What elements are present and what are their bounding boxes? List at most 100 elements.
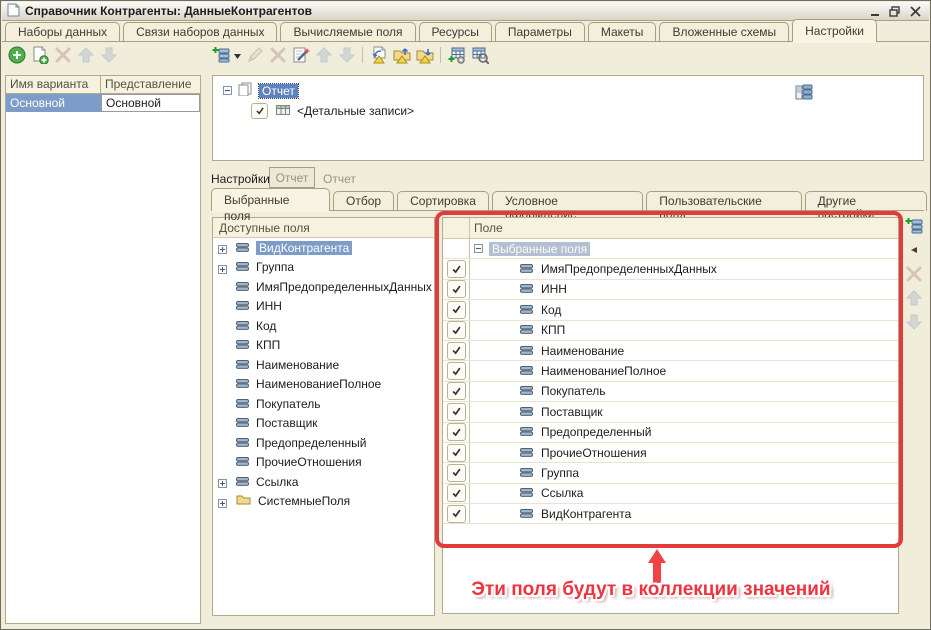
- selected-field-row[interactable]: ВидКонтрагента: [443, 504, 898, 524]
- report-root-node[interactable]: Отчет: [259, 84, 298, 98]
- selected-field-label[interactable]: Код: [541, 303, 561, 317]
- variant-settings-icon[interactable]: [447, 46, 466, 64]
- move-up-icon[interactable]: [76, 46, 95, 64]
- open-variant-icon[interactable]: [369, 46, 388, 64]
- available-field-label[interactable]: ИНН: [256, 299, 282, 313]
- move-field-down-icon[interactable]: [905, 313, 924, 331]
- expand-icon[interactable]: [218, 477, 227, 486]
- selected-fields-group-label[interactable]: Выбранные поля: [489, 242, 590, 256]
- available-field-label[interactable]: Код: [256, 319, 276, 333]
- tab-Настройки[interactable]: Настройки: [792, 19, 877, 42]
- field-checkbox[interactable]: [447, 342, 466, 360]
- settings-tab-Отбор[interactable]: Отбор: [333, 191, 394, 211]
- selected-field-label[interactable]: Группа: [541, 466, 579, 480]
- settings-tab-Выбранные поля[interactable]: Выбранные поля: [211, 188, 330, 211]
- delete-variant-icon[interactable]: [53, 46, 72, 64]
- variant-row[interactable]: ОсновнойОсновной: [6, 94, 200, 112]
- settings-tab-Пользовательские поля[interactable]: Пользовательские поля: [646, 191, 801, 211]
- field-checkbox[interactable]: [447, 260, 466, 278]
- selected-field-label[interactable]: Предопределенный: [541, 425, 652, 439]
- restore-button[interactable]: [885, 3, 905, 19]
- field-checkbox[interactable]: [447, 505, 466, 523]
- expand-icon[interactable]: [218, 263, 227, 272]
- edit-icon[interactable]: [245, 46, 264, 64]
- available-field-label[interactable]: ПрочиеОтношения: [256, 455, 362, 469]
- add-variant-icon[interactable]: [7, 46, 26, 64]
- selected-field-label[interactable]: ИмяПредопределенныхДанных: [541, 262, 717, 276]
- selected-field-row[interactable]: Наименование: [443, 341, 898, 361]
- variant-presentation-cell[interactable]: Основной: [101, 94, 200, 112]
- selected-field-label[interactable]: ПрочиеОтношения: [541, 446, 647, 460]
- selected-field-label[interactable]: Поставщик: [541, 405, 603, 419]
- variant-name-cell[interactable]: Основной: [6, 94, 101, 112]
- field-checkbox[interactable]: [447, 484, 466, 502]
- available-field-row[interactable]: Ссылка: [213, 472, 434, 492]
- available-field-row[interactable]: ИНН: [213, 297, 434, 317]
- selected-field-row[interactable]: ИмяПредопределенныхДанных: [443, 259, 898, 279]
- selected-field-row[interactable]: ИНН: [443, 280, 898, 300]
- tab-Параметры[interactable]: Параметры: [495, 22, 585, 42]
- field-checkbox[interactable]: [447, 444, 466, 462]
- close-button[interactable]: [905, 3, 925, 19]
- available-field-row[interactable]: Предопределенный: [213, 433, 434, 453]
- field-column-header[interactable]: Поле: [470, 218, 898, 238]
- minimize-button[interactable]: [865, 3, 885, 19]
- available-field-row[interactable]: ИмяПредопределенныхДанных: [213, 277, 434, 297]
- available-field-label[interactable]: Покупатель: [256, 397, 320, 411]
- selected-field-row[interactable]: Ссылка: [443, 484, 898, 504]
- available-field-label[interactable]: КПП: [256, 338, 280, 352]
- selected-field-label[interactable]: ВидКонтрагента: [541, 507, 631, 521]
- selected-field-label[interactable]: НаименованиеПолное: [541, 364, 666, 378]
- add-element-menu-arrow-icon[interactable]: [234, 48, 241, 62]
- settings-tab-Условное оформление[interactable]: Условное оформление: [492, 191, 643, 211]
- available-field-label[interactable]: Группа: [256, 260, 294, 274]
- available-field-row[interactable]: ВидКонтрагента: [213, 238, 434, 258]
- save-settings-icon[interactable]: [415, 46, 434, 64]
- available-field-label[interactable]: ВидКонтрагента: [256, 241, 352, 255]
- available-field-label[interactable]: НаименованиеПолное: [256, 377, 381, 391]
- selected-field-label[interactable]: Покупатель: [541, 384, 605, 398]
- selected-field-row[interactable]: Код: [443, 300, 898, 320]
- selected-field-label[interactable]: Наименование: [541, 344, 624, 358]
- detail-records-checkbox[interactable]: [251, 103, 268, 119]
- field-checkbox[interactable]: [447, 382, 466, 400]
- collapse-icon[interactable]: [474, 242, 483, 256]
- detail-records-node[interactable]: <Детальные записи>: [297, 104, 414, 118]
- add-element-icon[interactable]: [211, 46, 230, 64]
- move-field-up-icon[interactable]: [905, 289, 924, 307]
- column-variant-name[interactable]: Имя варианта: [6, 76, 101, 93]
- available-field-row[interactable]: ПрочиеОтношения: [213, 453, 434, 473]
- move-up-icon[interactable]: [314, 46, 333, 64]
- copy-variant-icon[interactable]: [30, 46, 49, 64]
- available-field-label[interactable]: Ссылка: [256, 475, 298, 489]
- field-checkbox[interactable]: [447, 362, 466, 380]
- add-field-icon[interactable]: [905, 217, 924, 235]
- selected-fields-group-row[interactable]: Выбранные поля: [443, 239, 898, 259]
- available-field-row[interactable]: Код: [213, 316, 434, 336]
- selected-field-row[interactable]: Группа: [443, 463, 898, 483]
- selected-field-row[interactable]: КПП: [443, 321, 898, 341]
- available-field-row[interactable]: Группа: [213, 258, 434, 278]
- selected-field-row[interactable]: Предопределенный: [443, 423, 898, 443]
- selected-field-label[interactable]: ИНН: [541, 282, 567, 296]
- available-field-row[interactable]: СистемныеПоля: [213, 492, 434, 512]
- selected-field-label[interactable]: Ссылка: [541, 486, 583, 500]
- selected-field-row[interactable]: ПрочиеОтношения: [443, 443, 898, 463]
- delete-field-icon[interactable]: [905, 265, 924, 283]
- available-field-label[interactable]: ИмяПредопределенныхДанных: [256, 280, 432, 294]
- available-field-label[interactable]: Поставщик: [256, 416, 318, 430]
- selected-field-label[interactable]: КПП: [541, 323, 565, 337]
- menu-arrow-icon[interactable]: [905, 241, 924, 259]
- field-checkbox[interactable]: [447, 423, 466, 441]
- available-field-row[interactable]: КПП: [213, 336, 434, 356]
- delete-icon[interactable]: [268, 46, 287, 64]
- tab-Связи наборов данных[interactable]: Связи наборов данных: [123, 22, 277, 42]
- selected-field-row[interactable]: Поставщик: [443, 402, 898, 422]
- tab-Наборы данных[interactable]: Наборы данных: [5, 22, 120, 42]
- settings-path-button[interactable]: Отчет: [269, 167, 315, 188]
- field-checkbox[interactable]: [447, 321, 466, 339]
- column-presentation[interactable]: Представление: [101, 76, 200, 93]
- settings-tab-Сортировка[interactable]: Сортировка: [397, 191, 489, 211]
- find-settings-icon[interactable]: [470, 46, 489, 64]
- tab-Вычисляемые поля[interactable]: Вычисляемые поля: [280, 22, 415, 42]
